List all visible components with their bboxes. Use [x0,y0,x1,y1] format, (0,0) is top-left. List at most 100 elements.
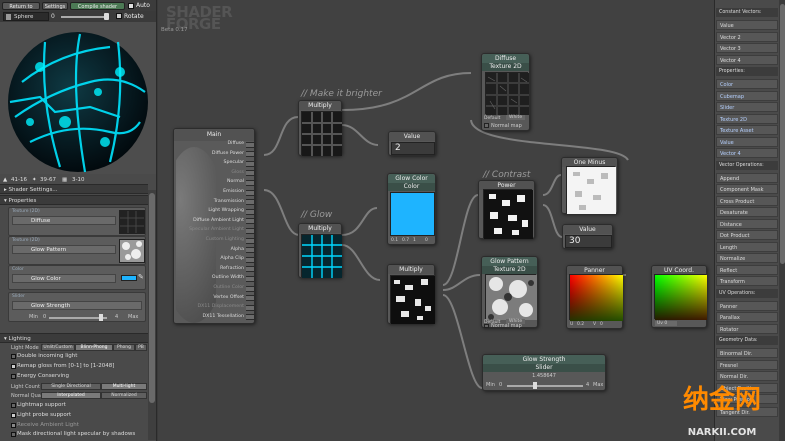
settings-button[interactable]: Settings [42,2,68,10]
node-library-item[interactable]: Dot Product [716,230,778,240]
compile-shader-button[interactable]: Compile shader [70,2,125,10]
right-scrollbar[interactable] [779,0,785,441]
main-node[interactable]: Main Diffuse Diffuse Power Specular Gloss No… [173,128,255,324]
main-input-port[interactable] [246,199,255,206]
color-b[interactable]: 1 [413,238,416,243]
main-input-port[interactable] [246,314,255,321]
panner-node[interactable]: Panner U 0.2 V 0 [566,265,623,329]
property-glow-strength[interactable]: Slider Glow Strength Min 0 4 Max [8,292,146,322]
node-library-item[interactable]: Fresnel [716,359,778,370]
glow-pattern-node[interactable]: Glow Pattern Texture 2D Default White No… [481,256,538,329]
property-name-field[interactable]: Glow Pattern [12,245,116,254]
multiply-node-top[interactable]: Multiply [298,100,342,156]
main-input-port[interactable] [246,208,255,215]
properties-header[interactable]: ▾ Properties [0,195,148,205]
property-diffuse[interactable]: Texture (2D) Diffuse [8,207,146,236]
main-input-port[interactable] [246,227,255,234]
light-count-single[interactable]: Single Directional [41,383,101,390]
normal-quality-normalized[interactable]: Normalized [101,392,147,399]
color-r[interactable]: 0.1 [391,238,398,243]
node-library-item[interactable]: Vector 2 [716,31,778,42]
light-mode-phong[interactable]: Phong [113,344,135,351]
light-mode-blinn-phong[interactable]: Blinn-Phong [75,344,113,351]
glow-strength-node[interactable]: Glow Strength Slider 1.458647 Min 0 4 Ma… [482,354,606,391]
main-input-port[interactable] [246,160,255,167]
main-input-port[interactable] [246,179,255,186]
glow-pattern-texture-thumbnail[interactable] [119,239,145,263]
light-mode-pbl[interactable]: PB [135,344,147,351]
right-scrollbar-thumb[interactable] [780,4,785,264]
comment-contrast[interactable]: // Contrast [483,170,530,180]
value-field[interactable]: 2 [391,142,435,155]
main-input-port[interactable] [246,189,255,196]
node-library-item[interactable]: Reflect [716,264,778,275]
node-library-item[interactable]: Cross Product [716,195,778,206]
value-node-top[interactable]: Value 2 [388,131,436,156]
main-input-port[interactable] [246,275,255,282]
color-g[interactable]: 0.7 [402,238,409,243]
property-glow-color[interactable]: Color Glow Color ✎ [8,265,146,290]
diffuse-texture-node[interactable]: Diffuse Texture 2D Default White Normal … [481,53,530,131]
node-library-item[interactable]: Texture 2D [716,113,778,124]
left-scrollbar-thumb[interactable] [149,193,155,403]
node-library-item[interactable]: Vector 4 [716,54,778,65]
u-value[interactable]: 0.2 [577,322,584,327]
default-select[interactable]: White [506,115,526,120]
eyedropper-icon[interactable]: ✎ [138,273,144,281]
node-library-item[interactable]: Texture Asset [716,125,778,135]
main-input-port[interactable] [246,285,255,292]
shader-settings-header[interactable]: ▸ Shader Settings... [0,184,148,194]
uv-coord-node[interactable]: UV Coord. Uv 0 [651,265,707,328]
node-library-item[interactable]: Rotator [716,323,778,334]
light-probe-checkbox[interactable] [11,413,16,418]
node-library-item[interactable]: Component Mask [716,184,778,194]
mesh-select[interactable]: Sphere [3,12,49,21]
light-count-multi[interactable]: Multi-light [101,383,147,390]
lighting-header[interactable]: ▾ Lighting [0,333,148,343]
auto-checkbox[interactable] [128,3,134,9]
preview-slider[interactable] [61,16,106,18]
node-library-item[interactable]: Binormal Dir. [716,348,778,358]
node-library-item[interactable]: Cubemap [716,90,778,101]
left-scrollbar[interactable] [148,190,156,440]
property-name-field[interactable]: Diffuse [12,216,116,225]
main-input-port[interactable] [246,304,255,311]
main-input-port[interactable] [246,141,255,148]
main-input-port[interactable] [246,295,255,302]
min-value[interactable]: 0 [499,382,502,388]
lightmap-checkbox[interactable] [11,403,16,408]
main-input-port[interactable] [246,151,255,158]
one-minus-node[interactable]: One Minus [561,157,618,214]
node-library-item[interactable]: Desaturate [716,207,778,217]
value-field[interactable]: 30 [565,235,612,248]
shader-preview[interactable] [0,22,156,174]
multiply-node-glow[interactable]: Multiply [298,223,342,278]
glow-color-node[interactable]: Glow Color Color 0.1 0.7 1 0 [387,173,436,245]
main-input-port[interactable] [246,170,255,177]
power-node[interactable]: Power [478,180,535,239]
return-to-menu-button[interactable]: Return to menu [2,2,40,18]
property-glow-pattern[interactable]: Texture (2D) Glow Pattern [8,236,146,265]
strength-slider-thumb[interactable] [533,382,537,389]
glow-color-swatch[interactable] [121,275,137,281]
multiply-node-mid[interactable]: Multiply [387,264,435,324]
light-mode-unlit[interactable]: Unlit/Custom [41,344,75,351]
property-name-field[interactable]: Glow Strength [12,301,142,310]
node-library-item[interactable]: Slider [716,102,778,112]
diffuse-texture-thumbnail[interactable] [119,210,145,234]
node-library-item[interactable]: Vector 3 [716,43,778,53]
node-library-item[interactable]: Panner [716,300,778,311]
node-library-item[interactable]: Parallax [716,312,778,322]
comment-glow[interactable]: // Glow [301,210,332,220]
node-library-item[interactable]: Value [716,20,778,30]
node-library-item[interactable]: Value [716,136,778,147]
node-library-item[interactable]: Append [716,172,778,183]
double-light-checkbox[interactable] [11,354,16,359]
main-input-port[interactable] [246,247,255,254]
uv-channel-select[interactable]: Uv 0 [655,321,678,326]
normal-map-checkbox[interactable] [484,123,489,128]
node-library-item[interactable]: Transform [716,276,778,286]
v-value[interactable]: 0 [600,322,603,327]
main-input-port[interactable] [246,256,255,263]
main-input-port[interactable] [246,218,255,225]
